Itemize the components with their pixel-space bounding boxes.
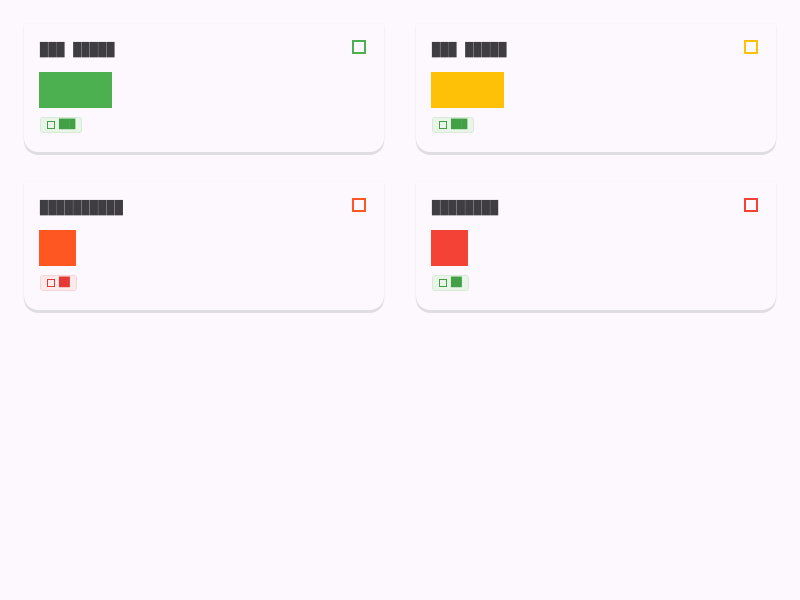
badge-label: ███ (59, 119, 76, 130)
status-card[interactable]: ██████████ ██ (24, 182, 384, 310)
status-badge: ███ (432, 117, 475, 133)
card-title: ██████████ (40, 200, 124, 216)
status-card[interactable]: ███ █████ ███ (416, 24, 776, 152)
card-title: ███ █████ (432, 42, 507, 58)
badge-label: ██ (59, 277, 70, 288)
status-indicator-icon[interactable] (744, 198, 758, 212)
metric-bar (39, 230, 76, 266)
status-indicator-icon[interactable] (352, 40, 366, 54)
metric-bar (431, 72, 504, 108)
status-badge: ██ (40, 275, 77, 291)
status-badge: ██ (432, 275, 469, 291)
status-card[interactable]: ████████ ██ (416, 182, 776, 310)
metric-bar (39, 72, 112, 108)
badge-label: ███ (451, 119, 468, 130)
status-badge: ███ (40, 117, 83, 133)
card-title: ███ █████ (40, 42, 115, 58)
status-indicator-icon[interactable] (744, 40, 758, 54)
dashboard-grid: ███ █████ ███ ███ █████ ███ ██████████ █… (24, 24, 776, 310)
check-icon (439, 279, 447, 287)
check-icon (439, 121, 447, 129)
badge-label: ██ (451, 277, 462, 288)
status-indicator-icon[interactable] (352, 198, 366, 212)
alert-icon (47, 279, 55, 287)
status-card[interactable]: ███ █████ ███ (24, 24, 384, 152)
card-title: ████████ (432, 200, 499, 216)
check-icon (47, 121, 55, 129)
metric-bar (431, 230, 468, 266)
